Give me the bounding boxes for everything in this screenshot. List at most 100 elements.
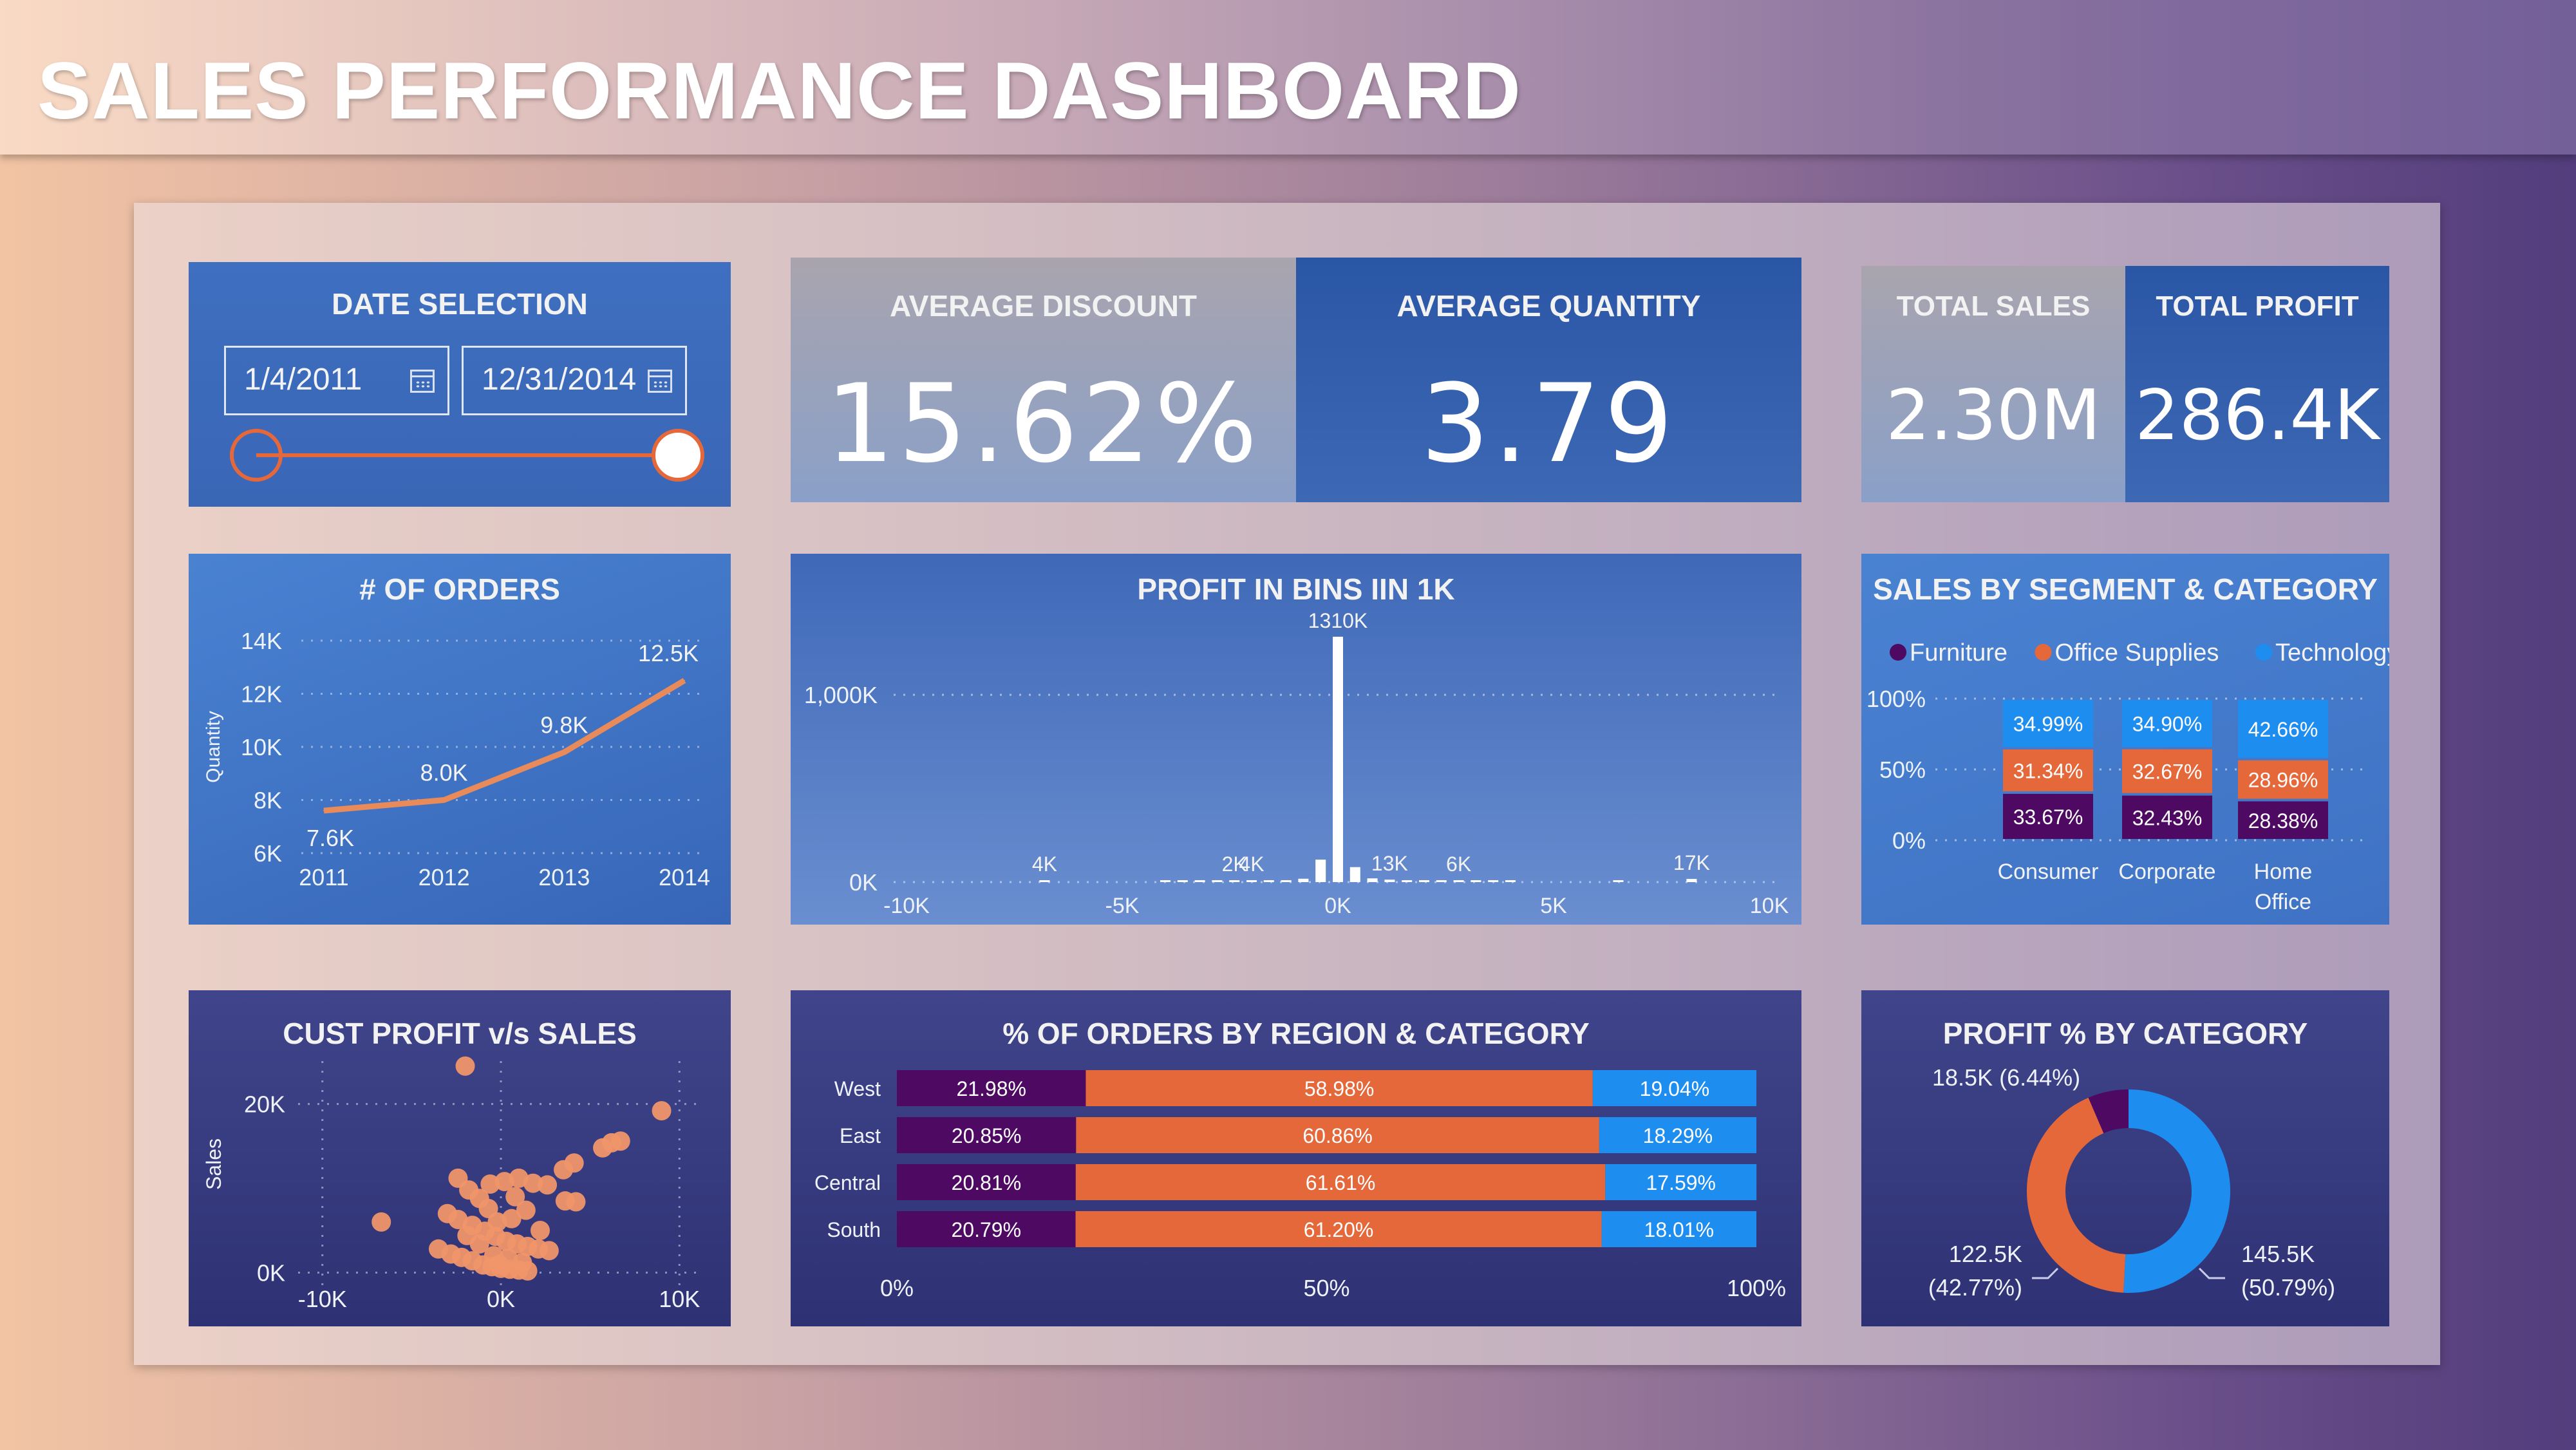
legend-marker <box>1890 644 1906 661</box>
scatter-point <box>371 1212 391 1232</box>
histogram-bar <box>1160 880 1170 882</box>
slice-label: 18.5K (6.44%) <box>1932 1064 2080 1091</box>
slider-end-handle[interactable] <box>652 429 704 482</box>
segment-category-chart-card: SALES BY SEGMENT & CATEGORY Furniture Off… <box>1861 554 2389 925</box>
orders-chart-card: # OF ORDERS 14K 12K 10K 8K 6K Quantity 2011 201… <box>189 554 731 925</box>
y-axis-label: Quantity <box>203 711 224 783</box>
y-tick-label: 0% <box>1892 827 1926 854</box>
region-category-chart-card: % OF ORDERS BY REGION & CATEGORY West 21.… <box>791 990 1801 1326</box>
x-tick-label: 2012 <box>418 864 470 890</box>
profit-category-chart-card: PROFIT % BY CATEGORY 145.5K (50.79%) 122.5… <box>1861 990 2389 1326</box>
profit-bins-histogram: 1,000K0K-10K -5K 0K 5K 10K4K 2K4K1310K13K 6K 17… <box>804 609 1789 918</box>
data-label: 1310K <box>1308 609 1368 632</box>
data-label: 9.8K <box>540 711 588 738</box>
x-tick-label: 10K <box>1750 894 1789 918</box>
slice-label: 122.5K <box>1949 1241 2022 1267</box>
slice-label: (42.77%) <box>1928 1274 2022 1301</box>
data-point <box>563 751 565 753</box>
orders-line-chart: 14K 12K 10K 8K 6K Quantity 2011 2012 2013 2014 7.6… <box>203 628 710 890</box>
histogram-bar <box>1212 880 1223 882</box>
y-tick-label: 100% <box>1866 686 1926 712</box>
data-label: 20.79% <box>952 1218 1022 1241</box>
x-tick-label: -10K <box>883 894 930 918</box>
data-label: 31.34% <box>2013 759 2083 782</box>
data-point <box>443 799 445 801</box>
y-tick-label: 10K <box>241 734 282 760</box>
x-tick-label: Office <box>2255 890 2311 914</box>
scatter-point <box>505 1187 525 1207</box>
data-label: 12.5K <box>638 640 699 666</box>
data-label: 4K <box>1032 852 1057 876</box>
data-label: 34.90% <box>2132 712 2203 735</box>
date-selection-card: DATE SELECTION 1/4/2011 12/31/2014 <box>189 262 731 507</box>
x-tick-label: 5K <box>1540 894 1567 918</box>
profit-category-donut-chart: 145.5K (50.79%) 122.5K (42.77%) 18.5K (6.44%… <box>1928 1064 2335 1301</box>
histogram-bar <box>1384 880 1395 882</box>
data-label: 21.98% <box>956 1077 1026 1100</box>
scatter-point <box>531 1221 550 1240</box>
scatter-point <box>554 1160 574 1180</box>
data-point <box>323 810 324 811</box>
data-label: 7.6K <box>306 825 354 851</box>
date-range-slider[interactable] <box>189 262 731 507</box>
kpi-label: AVERAGE DISCOUNT <box>889 289 1198 323</box>
kpi-label: TOTAL PROFIT <box>2156 290 2359 322</box>
histogram-bar <box>1436 880 1447 882</box>
data-label: 17K <box>1673 851 1710 874</box>
legend-marker <box>2255 644 2272 661</box>
kpi-value: 15.62% <box>825 361 1261 487</box>
kpi-label: AVERAGE QUANTITY <box>1396 289 1701 323</box>
data-label: 8.0K <box>420 760 468 786</box>
y-tick-label: 12K <box>241 681 282 708</box>
data-point <box>684 679 685 681</box>
data-label: 13K <box>1371 852 1408 875</box>
data-label: 28.96% <box>2248 769 2318 792</box>
data-label: 42.66% <box>2248 718 2318 741</box>
y-tick-label: West <box>834 1077 881 1100</box>
x-tick-label: Corporate <box>2118 860 2215 884</box>
x-tick-label: 50% <box>1303 1275 1349 1301</box>
scatter-point <box>478 1198 498 1218</box>
x-tick-label: 2013 <box>538 864 590 890</box>
histogram-bar <box>1505 880 1516 882</box>
y-tick-label: 20K <box>244 1091 285 1118</box>
data-label: 20.81% <box>952 1171 1022 1194</box>
data-label: 18.29% <box>1643 1124 1713 1147</box>
y-tick-label: 6K <box>254 840 282 867</box>
histogram-bar <box>1613 880 1624 882</box>
y-tick-label: Central <box>814 1171 881 1194</box>
kpi-total-sales: TOTAL SALES 2.30M <box>1861 266 2125 502</box>
orders-series-line <box>323 678 686 814</box>
data-label: 34.99% <box>2013 712 2083 735</box>
scatter-point <box>455 1056 475 1076</box>
slice-label: (50.79%) <box>2241 1274 2335 1301</box>
x-tick-label: -5K <box>1105 894 1140 918</box>
data-label: 32.43% <box>2132 806 2203 829</box>
histogram-bar <box>1246 880 1257 882</box>
x-tick-label: 100% <box>1727 1275 1786 1301</box>
histogram-bar <box>1229 880 1240 882</box>
x-tick-label: 10K <box>659 1286 700 1312</box>
data-label: 58.98% <box>1304 1077 1375 1100</box>
scatter-point <box>539 1241 559 1261</box>
kpi-value: 286.4K <box>2134 375 2380 456</box>
cust-profit-sales-chart-card: CUST PROFIT v/s SALES 20K 0K -10K 0K 10K Sale… <box>189 990 731 1326</box>
kpi-average-discount: AVERAGE DISCOUNT 15.62% <box>791 258 1296 502</box>
x-tick-label: 0K <box>487 1286 515 1312</box>
histogram-bar <box>1177 880 1188 882</box>
kpi-label: TOTAL SALES <box>1896 290 2091 322</box>
data-label: 19.04% <box>1640 1077 1710 1100</box>
leader-line <box>2198 1267 2225 1279</box>
data-label: 4K <box>1239 852 1264 876</box>
profit-sales-scatter-chart: 20K 0K -10K 0K 10K Sales <box>202 1056 704 1312</box>
y-tick-label: 0K <box>257 1259 285 1286</box>
data-label: 20.85% <box>952 1124 1022 1147</box>
histogram-bar <box>1402 880 1413 882</box>
legend-label: Technology <box>2275 639 2389 666</box>
header-bar: SALES PERFORMANCE DASHBOARD <box>0 0 2576 155</box>
y-tick-label: South <box>827 1218 881 1241</box>
x-tick-label: 2011 <box>299 864 348 890</box>
kpi-average-quantity: AVERAGE QUANTITY 3.79 <box>1296 258 1801 502</box>
histogram-bar <box>1315 860 1326 882</box>
data-label: 60.86% <box>1302 1124 1373 1147</box>
